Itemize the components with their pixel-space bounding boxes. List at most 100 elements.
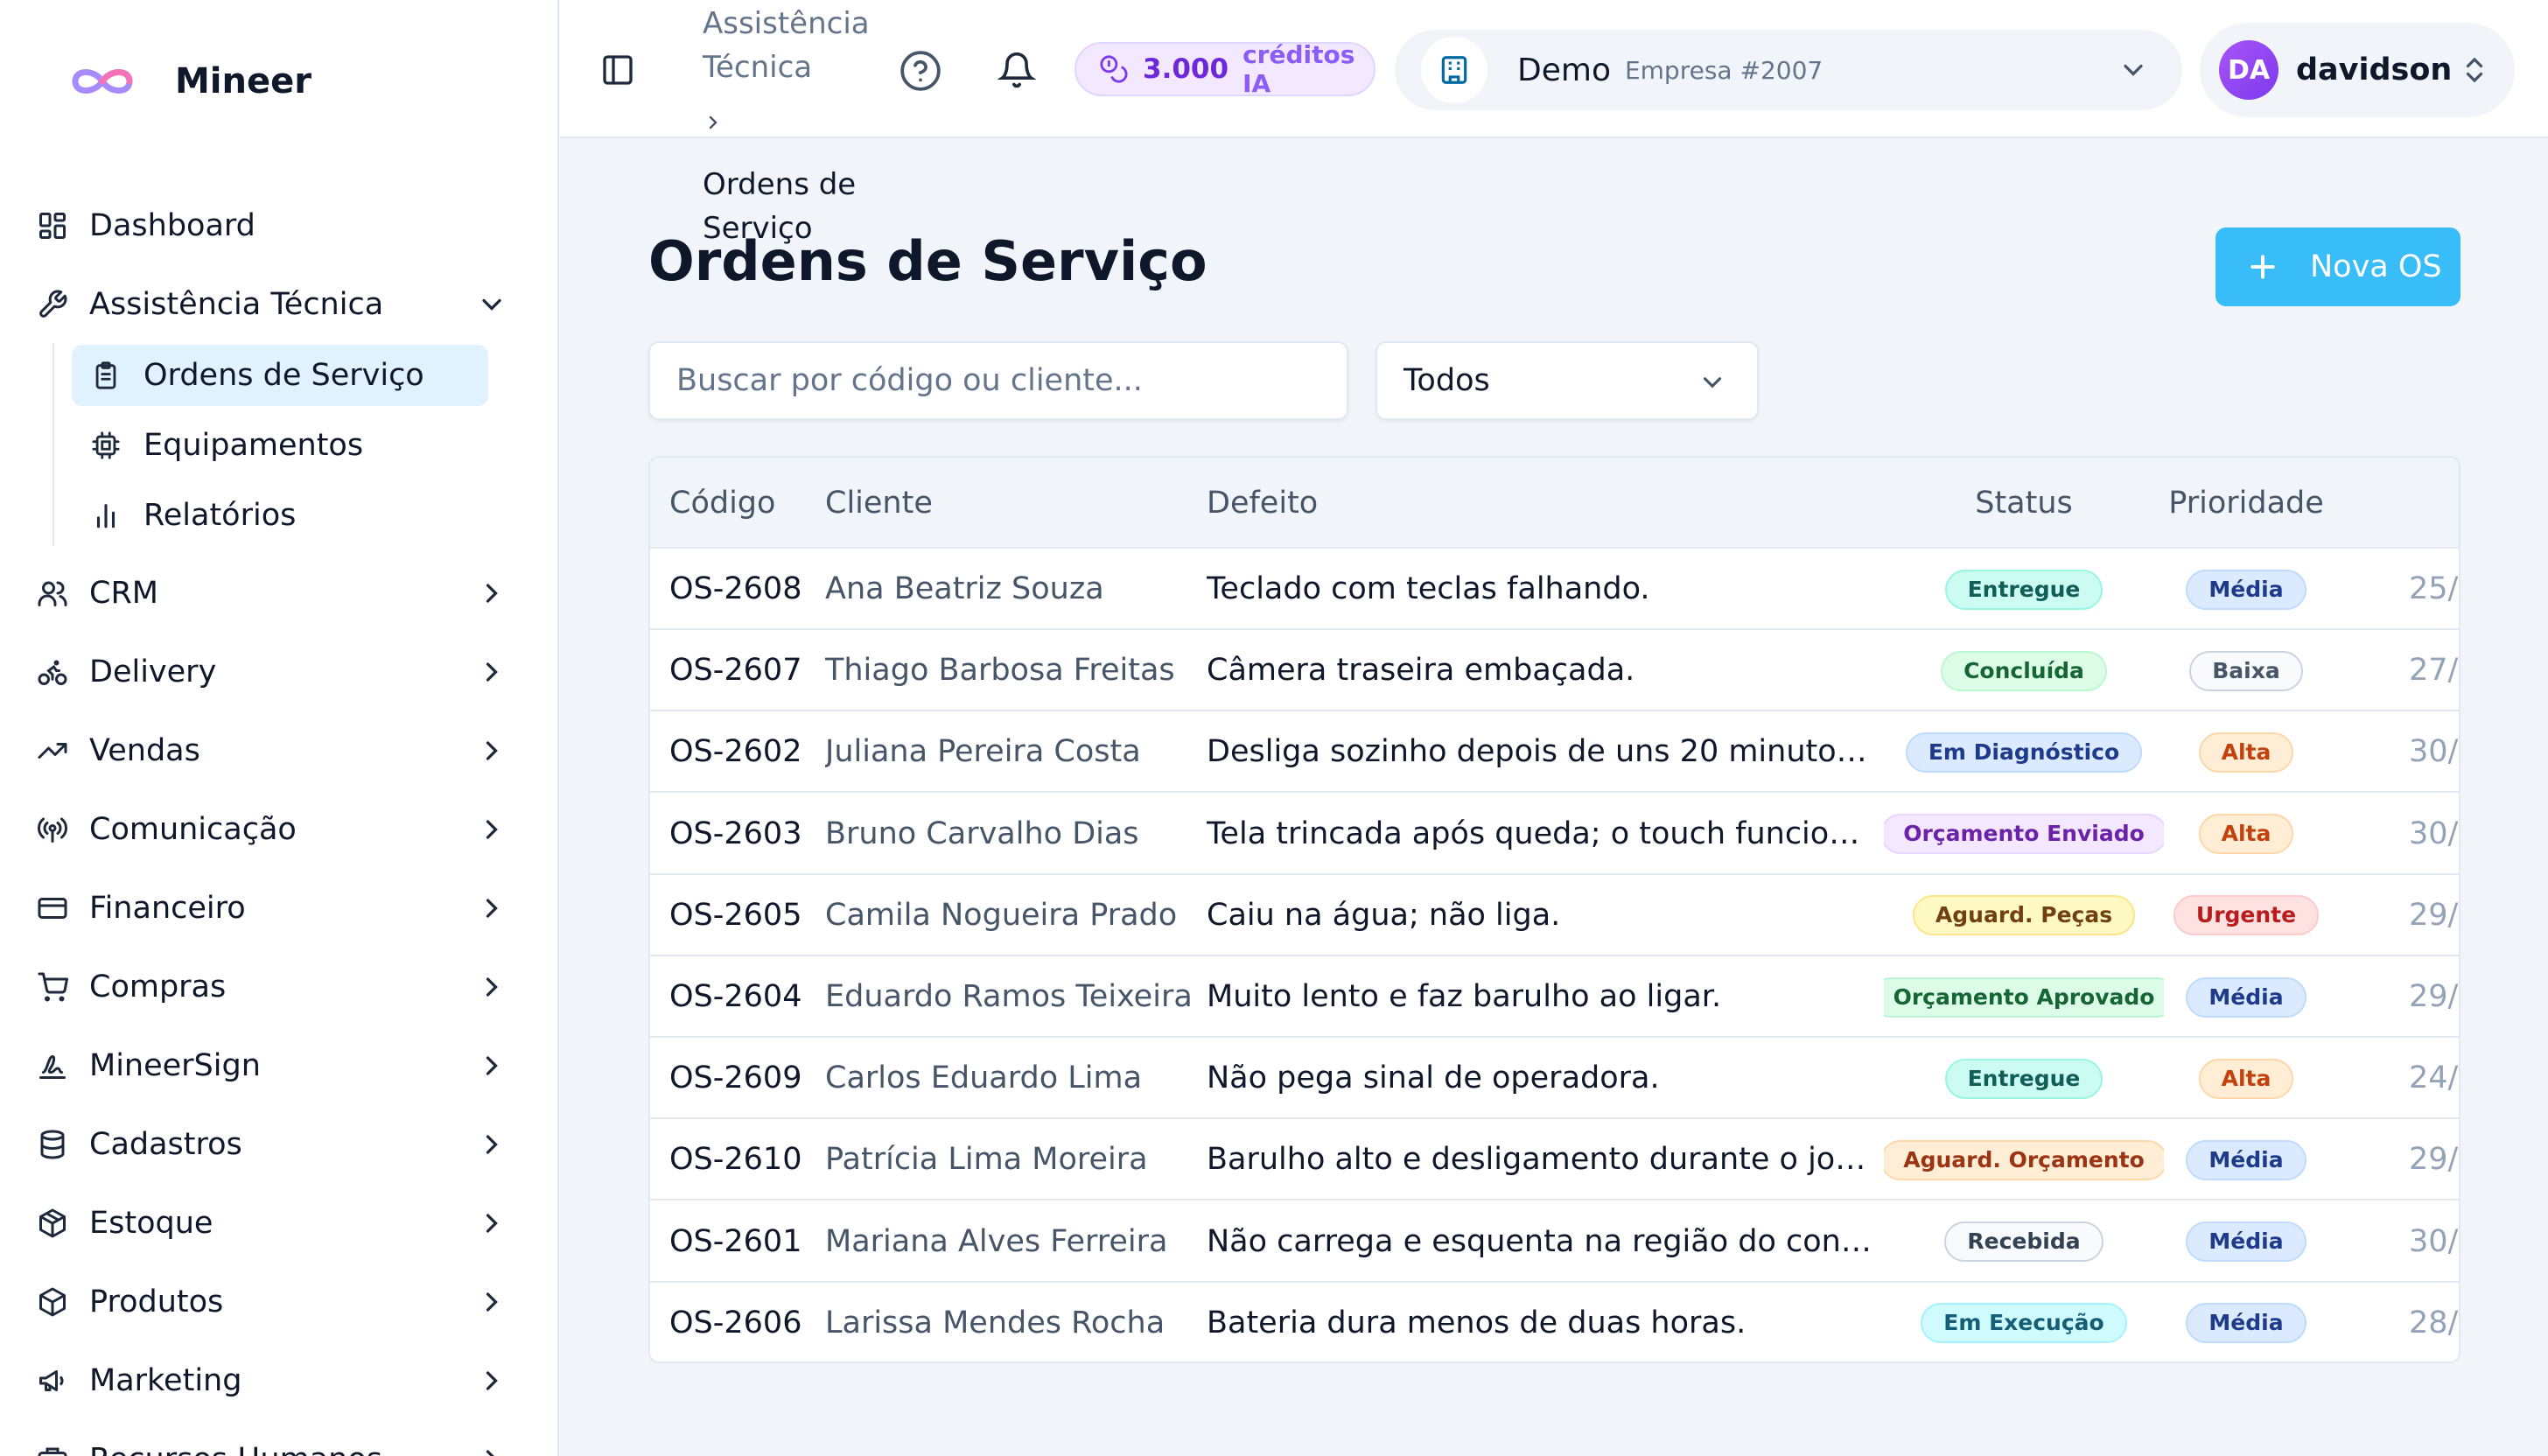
defect-description: Tela trincada após queda; o touch funcio… xyxy=(1207,816,1877,851)
mineer-logo-icon xyxy=(68,64,136,99)
brand[interactable]: Mineer xyxy=(68,61,312,102)
status-filter-select[interactable]: Todos xyxy=(1376,341,1759,420)
sidebar-subitem-equipamentos[interactable]: Equipamentos xyxy=(72,415,488,476)
status-badge: Orçamento Enviado xyxy=(1884,814,2164,855)
sidebar-item-label: CRM xyxy=(89,576,158,611)
priority-cell: Baixa xyxy=(2167,630,2325,711)
defect-description: Muito lento e faz barulho ao ligar. xyxy=(1207,979,1722,1014)
breadcrumb-item[interactable]: Assistência Técnica xyxy=(703,2,895,89)
date-cell: 28/0 xyxy=(2409,1305,2459,1340)
column-header-cliente[interactable]: Cliente xyxy=(825,458,933,549)
sidebar-item-compras[interactable]: Compras xyxy=(33,956,532,1018)
topbar: Assistência Técnica 3.000 créditos IA De… xyxy=(560,0,2548,138)
os-code: OS-2607 xyxy=(669,653,802,689)
status-badge: Aguard. Orçamento xyxy=(1884,1139,2164,1180)
table-row[interactable]: OS-2604 Eduardo Ramos Teixeira Muito lento… xyxy=(650,956,2459,1038)
date-cell: 27/0 xyxy=(2409,653,2459,689)
sidebar-item-estoque[interactable]: Estoque xyxy=(33,1192,532,1255)
sidebar-item-financeiro[interactable]: Financeiro xyxy=(33,877,532,940)
defect-description: Não carrega e esquenta na região do cone… xyxy=(1207,1223,1877,1259)
column-header-prioridade[interactable]: Prioridade xyxy=(2167,458,2325,549)
table-row[interactable]: OS-2603 Bruno Carvalho Dias Tela trincada … xyxy=(650,793,2459,875)
new-os-label: Nova OS xyxy=(2310,249,2442,284)
chevron-down-icon[interactable] xyxy=(476,289,508,320)
sidebar-item-marketing[interactable]: Marketing xyxy=(33,1349,532,1412)
client-name[interactable]: Eduardo Ramos Teixeira xyxy=(825,956,1193,1038)
bike-icon xyxy=(33,653,72,691)
new-os-button[interactable]: Nova OS xyxy=(2216,228,2460,306)
cart-icon xyxy=(33,968,72,1006)
column-header-codigo[interactable]: Código xyxy=(669,458,775,549)
database-icon xyxy=(33,1125,72,1164)
chevron-right-icon xyxy=(476,1129,508,1160)
help-icon[interactable] xyxy=(899,49,942,93)
os-code: OS-2601 xyxy=(669,1223,802,1259)
client-name[interactable]: Camila Nogueira Prado xyxy=(825,875,1177,956)
client-name[interactable]: Ana Beatriz Souza xyxy=(825,549,1104,630)
chevron-right-icon xyxy=(476,814,508,845)
chevrons-up-down-icon xyxy=(2459,54,2490,86)
priority-cell: Média xyxy=(2167,549,2325,630)
sidebar-item-comunicacao[interactable]: Comunicação xyxy=(33,798,532,861)
defect-description: Caiu na água; não liga. xyxy=(1207,897,1561,933)
date-cell: 29/0 xyxy=(2409,979,2459,1014)
client-name[interactable]: Mariana Alves Ferreira xyxy=(825,1201,1167,1283)
table-row[interactable]: OS-2607 Thiago Barbosa Freitas Câmera tras… xyxy=(650,630,2459,712)
chevron-right-icon xyxy=(703,112,724,133)
user-menu[interactable]: DA davidson xyxy=(2200,23,2515,117)
ai-credits-badge[interactable]: 3.000 créditos IA xyxy=(1074,40,1376,98)
status-badge: Em Diagnóstico xyxy=(1905,732,2143,773)
credits-label: créditos IA xyxy=(1242,40,1355,98)
sidebar-item-produtos[interactable]: Produtos xyxy=(33,1270,532,1334)
sidebar-item-assistencia-tecnica[interactable]: Assistência Técnica xyxy=(33,273,532,336)
client-name[interactable]: Larissa Mendes Rocha xyxy=(825,1283,1165,1362)
priority-cell: Alta xyxy=(2167,711,2325,793)
bell-icon[interactable] xyxy=(998,51,1036,89)
credit-card-icon xyxy=(33,889,72,928)
sidebar-item-label: Compras xyxy=(89,970,227,1004)
client-name[interactable]: Patrícia Lima Moreira xyxy=(825,1119,1148,1200)
search-input[interactable] xyxy=(648,341,1348,420)
table-row[interactable]: OS-2608 Ana Beatriz Souza Teclado com tecl… xyxy=(650,549,2459,630)
column-header-defeito[interactable]: Defeito xyxy=(1207,458,1318,549)
sidebar: Mineer Dashboard Assistência Técnica Ord… xyxy=(0,0,559,1456)
client-name[interactable]: Thiago Barbosa Freitas xyxy=(825,630,1175,711)
sidebar-item-cadastros[interactable]: Cadastros xyxy=(33,1113,532,1176)
os-code: OS-2603 xyxy=(669,816,802,851)
page-title: Ordens de Serviço xyxy=(648,229,1208,293)
sidebar-subitem-ordens-de-servico[interactable]: Ordens de Serviço xyxy=(72,345,488,406)
defect-description: Barulho alto e desligamento durante o jo… xyxy=(1207,1142,1877,1178)
client-name[interactable]: Juliana Pereira Costa xyxy=(825,711,1141,793)
status-cell: Em Execução xyxy=(1884,1283,2164,1362)
sidebar-item-dashboard[interactable]: Dashboard xyxy=(33,194,532,257)
priority-cell: Urgente xyxy=(2167,875,2325,956)
date-cell: 30/0 xyxy=(2409,816,2459,851)
column-header-status[interactable]: Status xyxy=(1884,458,2164,549)
sidebar-item-vendas[interactable]: Vendas xyxy=(33,719,532,782)
clipboard-icon xyxy=(89,359,122,392)
table-row[interactable]: OS-2610 Patrícia Lima Moreira Barulho alto… xyxy=(650,1119,2459,1201)
table-row[interactable]: OS-2602 Juliana Pereira Costa Desliga sozi… xyxy=(650,711,2459,794)
priority-cell: Alta xyxy=(2167,1038,2325,1119)
sidebar-item-crm[interactable]: CRM xyxy=(33,562,532,625)
client-name[interactable]: Carlos Eduardo Lima xyxy=(825,1038,1142,1119)
sidebar-subitem-relatorios[interactable]: Relatórios xyxy=(72,485,488,546)
os-code: OS-2609 xyxy=(669,1060,802,1096)
company-selector[interactable]: Demo Empresa #2007 xyxy=(1395,30,2182,110)
sidebar-item-delivery[interactable]: Delivery xyxy=(33,640,532,704)
status-cell: Entregue xyxy=(1884,1038,2164,1119)
sidebar-toggle-icon[interactable] xyxy=(600,52,635,88)
status-badge: Orçamento Aprovado xyxy=(1884,976,2164,1018)
table-row[interactable]: OS-2601 Mariana Alves Ferreira Não carrega… xyxy=(650,1200,2459,1283)
table-row[interactable]: OS-2605 Camila Nogueira Prado Caiu na água… xyxy=(650,874,2459,956)
sidebar-item-mineersign[interactable]: MineerSign xyxy=(33,1034,532,1097)
table-row[interactable]: OS-2606 Larissa Mendes Rocha Bateria dura … xyxy=(650,1282,2459,1362)
sidebar-item-recursos-humanos[interactable]: Recursos Humanos xyxy=(33,1428,532,1456)
brand-name: Mineer xyxy=(175,61,312,102)
table-row[interactable]: OS-2609 Carlos Eduardo Lima Não pega sinal… xyxy=(650,1038,2459,1120)
os-code: OS-2608 xyxy=(669,571,802,606)
os-code: OS-2602 xyxy=(669,734,802,770)
status-cell: Orçamento Aprovado xyxy=(1884,956,2164,1038)
client-name[interactable]: Bruno Carvalho Dias xyxy=(825,794,1139,875)
os-code: OS-2610 xyxy=(669,1142,802,1178)
